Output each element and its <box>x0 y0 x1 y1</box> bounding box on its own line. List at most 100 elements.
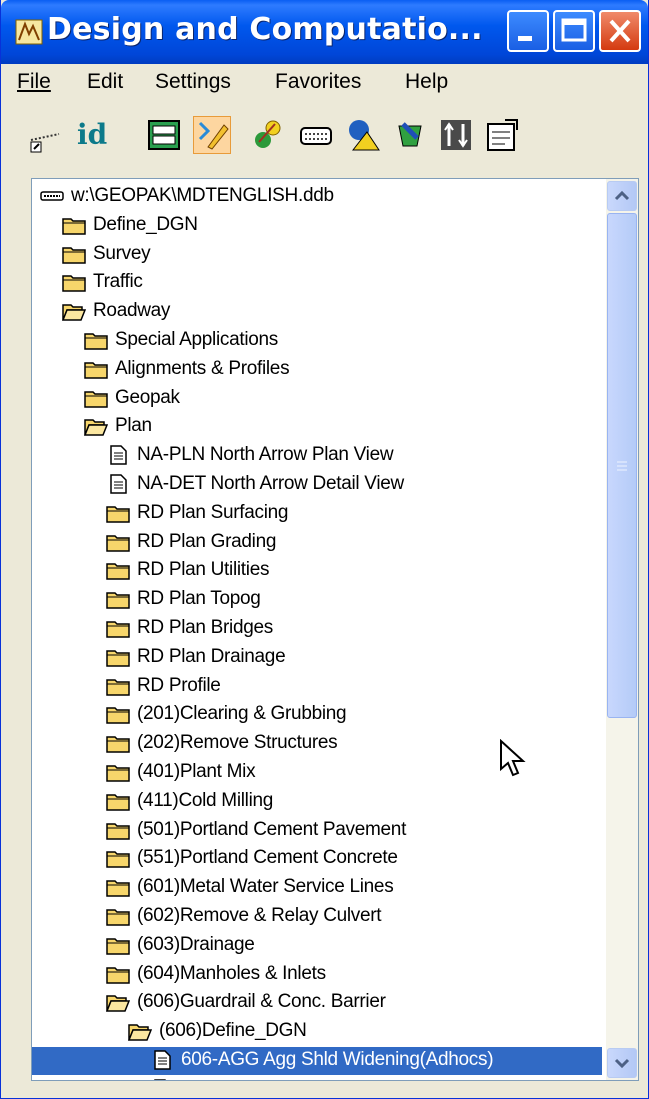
folder-icon <box>62 244 86 264</box>
document-icon <box>106 474 130 494</box>
tree-node-label: (602)Remove & Relay Culvert <box>137 905 382 926</box>
close-icon <box>609 19 631 43</box>
tree-node-label: (601)Metal Water Service Lines <box>137 876 394 898</box>
close-button[interactable] <box>599 10 641 52</box>
minimize-button[interactable] <box>507 10 549 52</box>
tree-node-label: (606)Guardrail & Conc. Barrier <box>137 991 386 1013</box>
folder-open-icon <box>105 992 131 1013</box>
tree-node-label: (501)Portland Cement Pavement <box>137 818 407 840</box>
folder-icon <box>106 762 130 782</box>
folder-icon <box>106 964 130 984</box>
palette-icon <box>255 120 281 148</box>
scroll-down-button[interactable] <box>607 1048 637 1078</box>
folder-icon <box>106 935 130 955</box>
folder-open-icon <box>83 416 109 437</box>
tree-node-label: RD Plan Utilities <box>137 559 270 581</box>
folder-icon <box>106 647 130 667</box>
menu-help[interactable]: Help <box>405 70 448 94</box>
tree-node-label: RD Plan Grading <box>137 530 277 552</box>
menu-edit-label: Edit <box>87 70 124 93</box>
folder-icon <box>84 330 108 350</box>
scroll-thumb[interactable] <box>607 213 637 718</box>
maximize-button[interactable] <box>553 10 595 52</box>
menu-file-label: File <box>17 70 51 93</box>
title-bar[interactable]: Design and Computatio... <box>1 0 648 64</box>
tree-node-label: RD Plan Bridges <box>137 617 273 638</box>
tree-node-label: w:\GEOPAK\MDTENGLISH.ddb <box>71 185 334 206</box>
bucket-icon <box>398 122 422 147</box>
folder-icon <box>62 272 86 293</box>
tree-node-label: NA-PLN North Arrow Plan View <box>137 444 394 466</box>
dialog-view-button[interactable] <box>145 116 183 154</box>
folder-icon <box>106 618 130 638</box>
menu-favorites[interactable]: Favorites <box>275 70 361 94</box>
bucket-button[interactable] <box>391 116 429 154</box>
tree-node-label: (411)Cold Milling <box>137 789 274 811</box>
folder-icon <box>106 906 130 926</box>
document-icon <box>150 1050 174 1070</box>
menu-file[interactable]: File <box>17 70 51 94</box>
tree-node-label: Geopak <box>115 386 180 408</box>
menu-bar: File Edit Settings Favorites Help <box>1 64 648 100</box>
vertical-scrollbar[interactable] <box>606 179 638 1080</box>
properties-button[interactable] <box>483 116 521 154</box>
draw-mode-icon <box>198 121 229 150</box>
document-icon <box>106 445 130 465</box>
columns-icon <box>441 120 471 150</box>
toolbar: id <box>1 104 648 168</box>
folder-icon <box>106 791 130 811</box>
tree-node-label: Alignments & Profiles <box>115 357 290 379</box>
app-icon <box>15 19 43 45</box>
menu-help-label: Help <box>405 70 449 93</box>
tree-node-label: RD Plan Surfacing <box>137 501 289 523</box>
folder-icon <box>106 704 130 725</box>
shape-icon <box>349 120 380 151</box>
folder-icon <box>62 215 86 235</box>
folder-icon <box>106 503 130 523</box>
tree-node-label: (202)Remove Structures <box>137 732 338 754</box>
place-influence-button[interactable] <box>25 116 63 154</box>
menu-edit[interactable]: Edit <box>87 70 123 94</box>
folder-icon <box>84 388 108 408</box>
tree-node-label: RD Plan Topog <box>137 588 261 610</box>
scroll-up-button[interactable] <box>607 181 637 211</box>
palette-button[interactable] <box>249 116 287 154</box>
columns-button[interactable] <box>437 116 475 154</box>
folder-icon <box>106 589 130 609</box>
dialog-icon <box>148 120 180 150</box>
tree-node-label: Roadway <box>93 300 171 322</box>
keyboard-icon <box>300 127 332 145</box>
folder-open-icon <box>61 301 87 321</box>
shape-button[interactable] <box>343 116 381 154</box>
id-label: id <box>77 118 108 151</box>
folder-icon <box>84 359 108 379</box>
id-button[interactable]: id <box>73 116 111 154</box>
tree-node-label: (603)Drainage <box>137 933 255 955</box>
tree-node-label: RD Profile <box>137 674 221 696</box>
window-title: Design and Computatio... <box>47 12 483 47</box>
folder-icon <box>106 560 130 581</box>
database-icon <box>40 186 64 206</box>
keyboard-button[interactable] <box>297 116 335 154</box>
database-tree[interactable]: w:\GEOPAK\MDTENGLISH.ddb Define_DGN Survey… <box>31 178 639 1081</box>
minimize-icon <box>518 36 532 41</box>
tree-node-label: (201)Clearing & Grubbing <box>137 703 347 725</box>
draw-mode-button[interactable] <box>193 116 231 154</box>
tree-node-label: Survey <box>93 242 151 264</box>
tree-node-label: RD Plan Drainage <box>137 645 286 667</box>
folder-icon <box>106 733 130 753</box>
tree-node-label: Plan <box>115 415 152 437</box>
tree-node-label: (606)Define_DGN <box>159 1020 307 1042</box>
mouse-pointer-icon <box>500 739 526 777</box>
maximize-icon <box>561 18 587 42</box>
folder-open-icon <box>127 1021 153 1041</box>
folder-icon <box>106 532 130 552</box>
place-influence-icon <box>30 133 60 153</box>
menu-settings[interactable]: Settings <box>155 70 231 94</box>
tree-node-label: Special Applications <box>115 329 278 350</box>
tree-node-label: (401)Plant Mix <box>137 761 256 782</box>
folder-icon <box>106 820 130 840</box>
chevron-down-icon <box>614 1058 630 1069</box>
app-window: Design and Computatio... File Edit Setti… <box>0 0 649 1099</box>
properties-icon <box>487 119 518 151</box>
